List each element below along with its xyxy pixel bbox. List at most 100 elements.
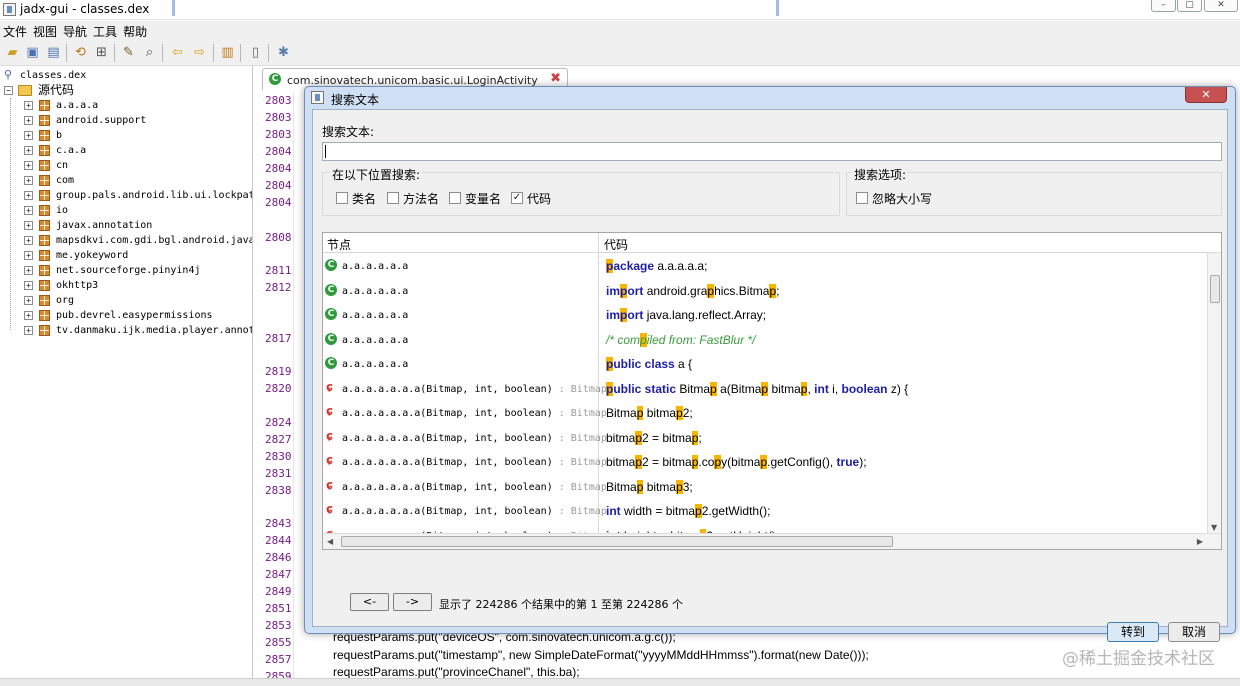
expand-icon[interactable]: + xyxy=(24,161,33,170)
column-node[interactable]: 节点 xyxy=(327,236,351,253)
results-vertical-scrollbar[interactable]: ▼ xyxy=(1207,253,1221,533)
maximize-button[interactable]: ▢ xyxy=(1177,0,1202,12)
expand-icon[interactable]: + xyxy=(24,176,33,185)
code-token: a.a.a.a.a; xyxy=(654,259,708,273)
result-row[interactable]: ɕ a.a.a.a.a.a.a(Bitmap, int, boolean): Bi… xyxy=(323,378,1207,402)
search-input[interactable] xyxy=(322,142,1222,161)
result-row[interactable]: ɕ a.a.a.a.a.a.a(Bitmap, int, boolean): Bi… xyxy=(323,451,1207,475)
toolbar: ▰ ▣ ▤ ⟲ ⊞ ✎ ⌕ ⇦ ⇨ ▥ ▯ ✱ xyxy=(0,40,1240,66)
menu-tools[interactable]: 工具 xyxy=(90,21,120,40)
results-horizontal-scrollbar[interactable]: ◀ ▶ xyxy=(323,533,1221,549)
result-row[interactable]: Ca.a.a.a.a.a /* compiled from: FastBlur *… xyxy=(323,329,1207,353)
forward-icon[interactable]: ⇨ xyxy=(191,44,208,61)
line-number: 2819 xyxy=(265,365,292,378)
background-artifact xyxy=(172,0,175,16)
back-icon[interactable]: ⇦ xyxy=(169,44,186,61)
line-number-gutter: 2803 2803 2803 2804 2804 2804 2804 2808 2811 2812… xyxy=(260,92,294,683)
decompile-icon[interactable]: ✎ xyxy=(120,44,137,61)
close-tab-icon[interactable]: ✖ xyxy=(550,71,561,86)
expand-icon[interactable]: + xyxy=(24,236,33,245)
result-row[interactable]: ɕ a.a.a.a.a.a.a(Bitmap, int, boolean): Bi… xyxy=(323,476,1207,500)
menu-navigation[interactable]: 导航 xyxy=(60,21,90,40)
result-row[interactable]: ɕ a.a.a.a.a.a.a(Bitmap, int, boolean): Bi… xyxy=(323,427,1207,451)
dialog-title-bar[interactable]: 搜索文本 ✕ xyxy=(305,87,1235,109)
node-name: a.a.a.a.a.a xyxy=(342,310,409,321)
line-number: 2804 xyxy=(265,145,292,158)
expand-icon[interactable]: + xyxy=(24,146,33,155)
package-icon xyxy=(39,310,50,321)
scrollbar-thumb[interactable] xyxy=(341,536,893,547)
save-icon[interactable]: ▣ xyxy=(24,44,41,61)
class-icon: C xyxy=(269,73,281,85)
open-file-icon[interactable]: ▰ xyxy=(4,44,21,61)
tree-package-label: org xyxy=(56,295,75,306)
line-number: 2804 xyxy=(265,162,292,175)
ignore-case-checkbox[interactable] xyxy=(856,192,868,204)
expand-icon[interactable]: + xyxy=(24,311,33,320)
search-icon[interactable]: ⌕ xyxy=(141,44,158,61)
class-name-checkbox[interactable] xyxy=(336,192,348,204)
expand-icon[interactable]: + xyxy=(24,266,33,275)
code-checkbox[interactable]: ✓ xyxy=(511,192,523,204)
result-row[interactable]: Ca.a.a.a.a.a package a.a.a.a.a; xyxy=(323,255,1207,279)
prev-page-button[interactable]: <- xyxy=(350,593,389,611)
expand-icon[interactable]: + xyxy=(24,191,33,200)
expand-icon[interactable]: + xyxy=(24,251,33,260)
node-type: : Bitmap xyxy=(558,408,607,419)
class-icon: C xyxy=(325,332,337,345)
method-name-checkbox[interactable] xyxy=(387,192,399,204)
sync-icon[interactable]: ⟲ xyxy=(72,44,89,61)
preferences-icon[interactable]: ▯ xyxy=(247,44,264,61)
expand-icon[interactable]: + xyxy=(24,116,33,125)
search-location-label: 在以下位置搜索: xyxy=(330,166,423,183)
scroll-right-icon[interactable]: ▶ xyxy=(1197,537,1203,546)
cancel-button[interactable]: 取消 xyxy=(1168,622,1220,642)
package-icon xyxy=(39,295,50,306)
menu-view[interactable]: 视图 xyxy=(30,21,60,40)
scrollbar-thumb[interactable] xyxy=(1210,275,1220,303)
expand-icon[interactable]: + xyxy=(24,131,33,140)
close-window-button[interactable]: ✕ xyxy=(1204,0,1238,12)
flatten-icon[interactable]: ⊞ xyxy=(93,44,110,61)
scroll-left-icon[interactable]: ◀ xyxy=(327,537,333,546)
line-number: 2843 xyxy=(265,517,292,530)
result-code: Bitmap bitmap2; xyxy=(606,406,693,420)
goto-button[interactable]: 转到 xyxy=(1107,622,1159,642)
line-number: 2803 xyxy=(265,128,292,141)
toolbar-separator xyxy=(114,44,115,62)
expand-icon[interactable]: + xyxy=(24,101,33,110)
editor-horizontal-scrollbar[interactable] xyxy=(0,678,1240,686)
menu-file[interactable]: 文件 xyxy=(0,21,30,40)
code-token: android.graphics.Bitmap; xyxy=(643,283,780,298)
package-icon xyxy=(39,145,50,156)
next-page-button[interactable]: -> xyxy=(393,593,432,611)
settings-icon[interactable]: ✱ xyxy=(275,44,292,61)
minimize-button[interactable]: – xyxy=(1151,0,1176,12)
scroll-down-icon[interactable]: ▼ xyxy=(1211,523,1217,532)
result-row[interactable]: Ca.a.a.a.a.a import java.lang.reflect.Arr… xyxy=(323,304,1207,328)
result-row[interactable]: Ca.a.a.a.a.a import android.graphics.Bitm… xyxy=(323,280,1207,304)
result-code: import java.lang.reflect.Array; xyxy=(606,308,766,322)
variable-name-checkbox[interactable] xyxy=(449,192,461,204)
dialog-title: 搜索文本 xyxy=(331,93,380,107)
result-node: a.a.a.a.a.a xyxy=(342,286,414,297)
result-row[interactable]: ɕ a.a.a.a.a.a.a(Bitmap, int, boolean): Bi… xyxy=(323,500,1207,524)
save-all-icon[interactable]: ▤ xyxy=(45,44,62,61)
column-code[interactable]: 代码 xyxy=(604,236,628,253)
result-node: a.a.a.a.a.a xyxy=(342,335,414,346)
result-row[interactable]: ɕ a.a.a.a.a.a.a(Bitmap, int, boolean): Bi… xyxy=(323,402,1207,426)
node-name: a.a.a.a.a.a.a(Bitmap, int, boolean) xyxy=(342,408,553,419)
code-token: z) { xyxy=(887,381,909,396)
menu-help[interactable]: 帮助 xyxy=(120,21,150,40)
result-row[interactable]: Ca.a.a.a.a.a public class a { xyxy=(323,353,1207,377)
expand-icon[interactable]: + xyxy=(24,281,33,290)
node-name: a.a.a.a.a.a.a(Bitmap, int, boolean) xyxy=(342,383,553,395)
dialog-close-button[interactable]: ✕ xyxy=(1185,87,1227,103)
results-status: 显示了 224286 个结果中的第 1 至第 224286 个 xyxy=(439,598,683,611)
collapse-icon[interactable]: − xyxy=(4,86,13,95)
expand-icon[interactable]: + xyxy=(24,296,33,305)
expand-icon[interactable]: + xyxy=(24,206,33,215)
log-icon[interactable]: ▥ xyxy=(219,44,236,61)
expand-icon[interactable]: + xyxy=(24,221,33,230)
expand-icon[interactable]: + xyxy=(24,326,33,335)
